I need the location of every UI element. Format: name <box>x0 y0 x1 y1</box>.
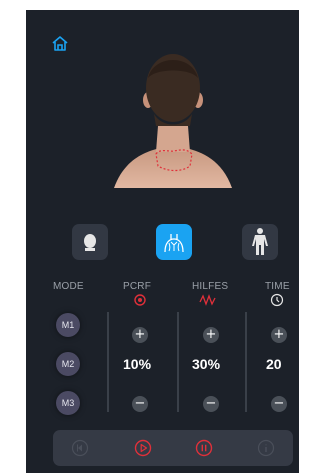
wave-icon <box>199 293 216 307</box>
full-body-view-button[interactable] <box>242 224 278 260</box>
previous-icon[interactable] <box>71 439 89 457</box>
time-decrease-button[interactable]: − <box>271 396 287 412</box>
column-divider <box>245 312 247 412</box>
play-icon[interactable] <box>134 439 152 457</box>
hilfes-increase-button[interactable]: + <box>203 327 219 343</box>
column-divider <box>177 312 179 412</box>
treatment-screen: MODE PCRF HILFES TIME M1 M2 M3 + 10% − +… <box>26 10 299 473</box>
hilfes-header: HILFES <box>192 281 229 292</box>
home-icon[interactable] <box>50 34 70 54</box>
info-icon[interactable] <box>257 439 275 457</box>
pcrf-header: PCRF <box>123 281 152 292</box>
face-view-button[interactable] <box>72 224 108 260</box>
back-view-icon <box>164 234 184 253</box>
pcrf-value: 10% <box>123 356 152 372</box>
face-view-icon <box>84 234 96 251</box>
column-divider <box>107 312 109 412</box>
mode-m3-button[interactable]: M3 <box>56 391 80 415</box>
mode-m2-button[interactable]: M2 <box>56 352 80 376</box>
neck-back-image <box>114 48 232 198</box>
hilfes-value: 30% <box>192 356 221 372</box>
clock-icon <box>270 293 284 307</box>
time-value: 20 <box>266 356 282 372</box>
mode-header: MODE <box>53 281 84 292</box>
pause-icon[interactable] <box>195 439 213 457</box>
pcrf-icon <box>133 293 147 307</box>
playback-control-bar <box>53 430 293 466</box>
full-body-icon <box>252 228 268 255</box>
back-view-button[interactable] <box>156 224 192 260</box>
pcrf-increase-button[interactable]: + <box>132 327 148 343</box>
time-increase-button[interactable]: + <box>271 327 287 343</box>
mode-m1-button[interactable]: M1 <box>56 313 80 337</box>
hilfes-decrease-button[interactable]: − <box>203 396 219 412</box>
time-header: TIME <box>265 281 290 292</box>
pcrf-decrease-button[interactable]: − <box>132 396 148 412</box>
